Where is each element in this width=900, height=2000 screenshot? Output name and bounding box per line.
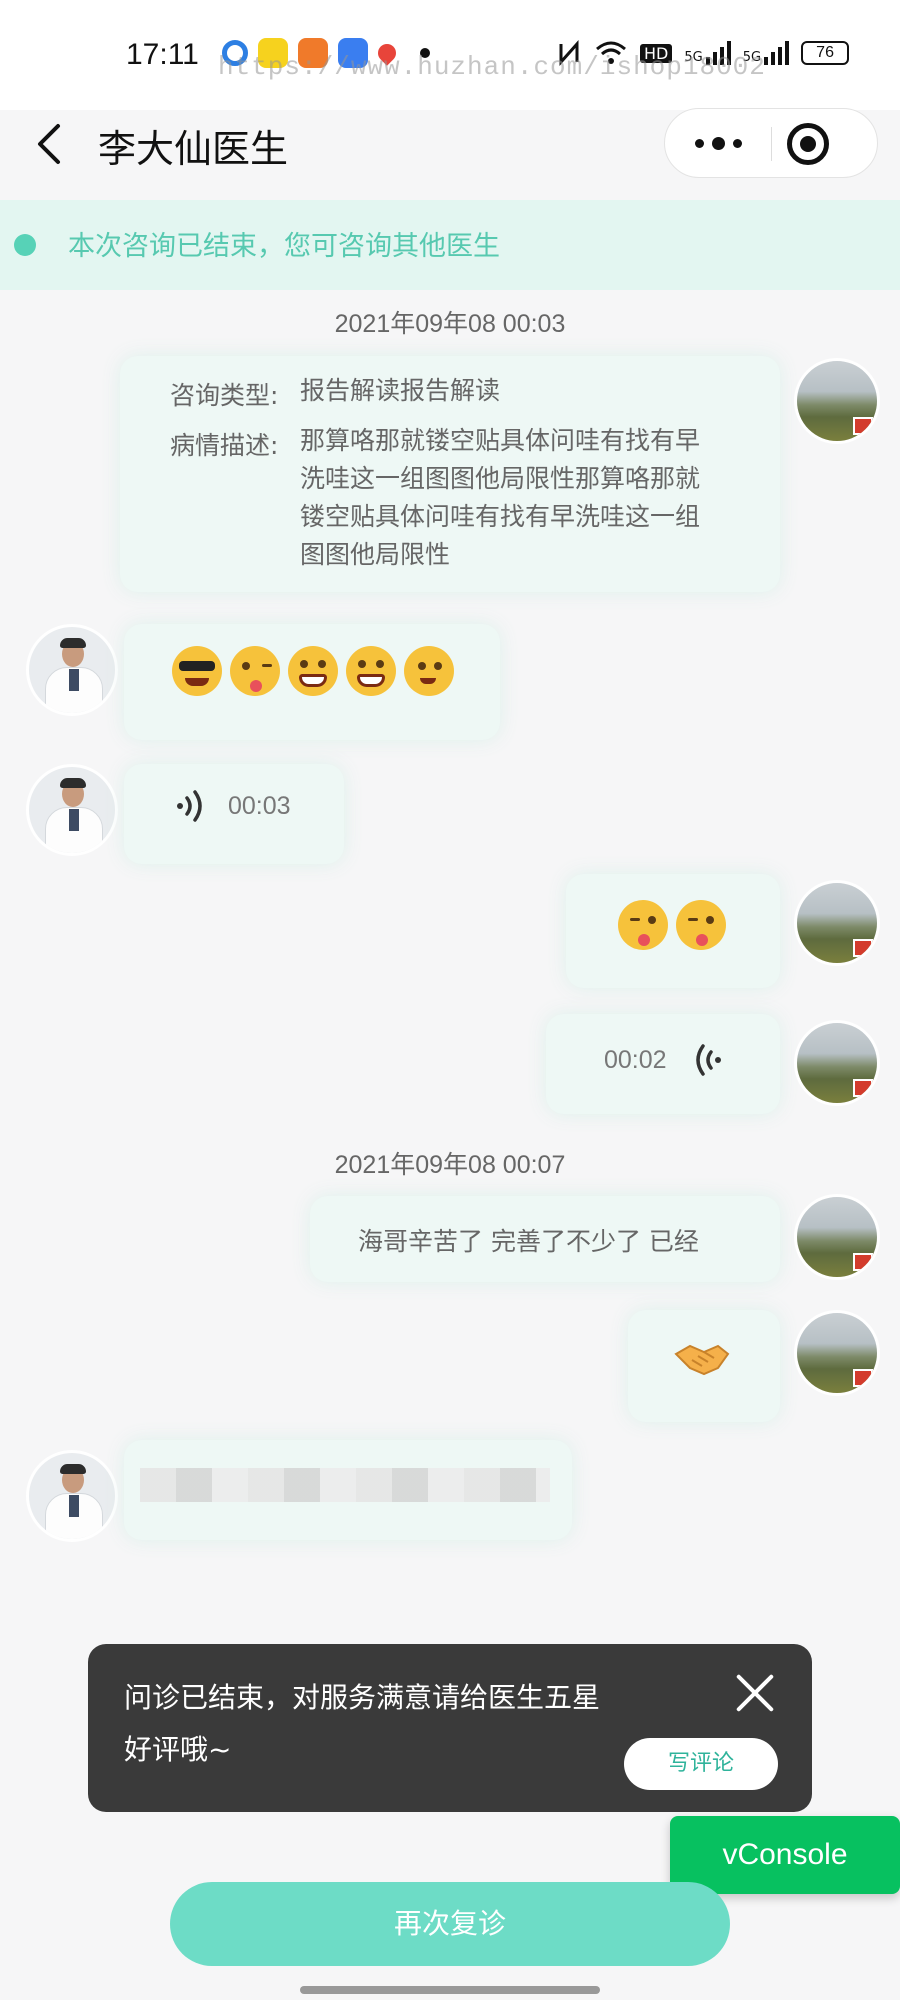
back-arrow-icon[interactable] [30, 118, 70, 168]
message-text: 海哥辛苦了 完善了不少了 已经 [358, 1227, 699, 1256]
voice-wave-icon [177, 790, 202, 822]
close-icon[interactable] [734, 1672, 776, 1714]
user-avatar[interactable] [794, 1194, 880, 1280]
more-icon[interactable] [665, 109, 771, 177]
doctor-avatar[interactable] [26, 1450, 118, 1542]
consult-type-value: 报告解读报告解读 [300, 376, 501, 405]
mini-program-capsule [664, 108, 878, 178]
condition-label: 病情描述: [170, 431, 279, 460]
message-timestamp: 2021年09年08 00:07 [334, 1151, 566, 1179]
doctor-avatar[interactable] [26, 764, 118, 856]
message-bubble [566, 874, 780, 988]
thinking-emoji-icon [404, 646, 454, 696]
user-avatar[interactable] [794, 1310, 880, 1396]
consult-ended-text: 本次咨询已结束，您可咨询其他医生 [68, 231, 500, 262]
wink-tongue-emoji-icon [676, 900, 726, 950]
voice-duration: 00:02 [604, 1046, 667, 1074]
handshake-emoji-icon [674, 1344, 730, 1376]
wink-tongue-emoji-icon [230, 646, 280, 696]
cool-emoji-icon [172, 646, 222, 696]
user-avatar[interactable] [794, 880, 880, 966]
grin-emoji-icon [346, 646, 396, 696]
wink-tongue-emoji-icon [618, 900, 668, 950]
home-indicator[interactable] [300, 1986, 600, 1994]
review-prompt-text: 问诊已结束，对服务满意请给医生五星好评哦~ [124, 1681, 601, 1766]
consult-type-label: 咨询类型: [170, 381, 279, 410]
grin-emoji-icon [288, 646, 338, 696]
status-bar: 17:11 HD 5G 5G 76 https://www.huzhan.com… [0, 0, 900, 110]
vconsole-button[interactable]: vConsole [670, 1816, 900, 1894]
doctor-avatar[interactable] [26, 624, 118, 716]
message-timestamp: 2021年09年08 00:03 [334, 310, 566, 338]
user-avatar[interactable] [794, 1020, 880, 1106]
review-prompt-toast: 问诊已结束，对服务满意请给医生五星好评哦~ 写评论 [88, 1644, 812, 1812]
banner-dot-icon [14, 234, 36, 256]
close-miniprogram-icon[interactable] [787, 123, 829, 165]
voice-wave-icon [696, 1044, 721, 1076]
user-avatar[interactable] [794, 358, 880, 444]
reconsult-button[interactable]: 再次复诊 [170, 1882, 730, 1966]
voice-duration: 00:03 [228, 792, 291, 820]
status-time: 17:11 [126, 38, 199, 71]
capsule-divider [771, 127, 772, 161]
write-review-button[interactable]: 写评论 [624, 1738, 778, 1790]
battery-indicator: 76 [801, 41, 850, 65]
watermark: https://www.huzhan.com/ishop18002 [218, 52, 766, 82]
page-title: 李大仙医生 [98, 127, 289, 171]
condition-value: 那算咯那就镂空贴具体问哇有找有早洗哇这一组图图他局限性那算咯那就镂空贴具体问哇有… [300, 426, 701, 569]
blurred-message-content [140, 1468, 550, 1502]
